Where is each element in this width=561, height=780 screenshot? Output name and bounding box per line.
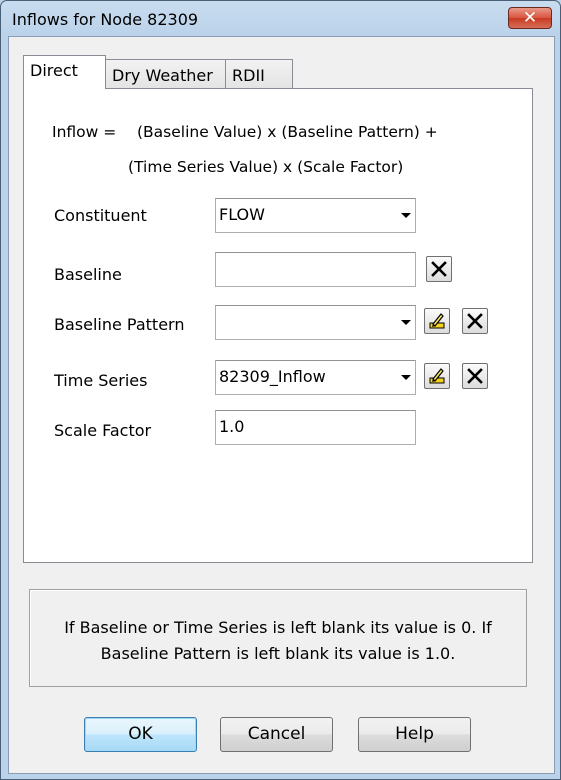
tab-label: Dry Weather <box>112 66 213 85</box>
formula-line-1: (Baseline Value) x (Baseline Pattern) + <box>137 123 438 141</box>
title-bar[interactable]: Inflows for Node 82309 ✕ <box>1 1 560 37</box>
time-series-select[interactable]: 82309_Inflow <box>215 360 416 395</box>
clear-x-icon <box>467 368 483 384</box>
clear-x-icon <box>431 261 447 277</box>
cancel-button[interactable]: Cancel <box>220 717 333 752</box>
tab-rdii[interactable]: RDII <box>225 59 293 88</box>
info-note-line-2: Baseline Pattern is left blank its value… <box>100 644 456 663</box>
chevron-down-icon[interactable] <box>401 213 411 218</box>
clear-time-series-button[interactable] <box>462 363 488 389</box>
close-button[interactable]: ✕ <box>508 7 552 29</box>
baseline-input[interactable] <box>215 252 416 287</box>
constituent-label: Constituent <box>54 206 147 225</box>
baseline-pattern-select[interactable] <box>215 305 416 340</box>
direct-tab-panel: Inflow = (Baseline Value) x (Baseline Pa… <box>23 88 533 563</box>
edit-baseline-pattern-button[interactable] <box>424 308 450 334</box>
clear-baseline-pattern-button[interactable] <box>462 308 488 334</box>
dialog-body: Direct Dry Weather RDII Inflow = (Baseli… <box>8 36 555 774</box>
info-note: If Baseline or Time Series is left blank… <box>29 589 527 687</box>
baseline-pattern-label: Baseline Pattern <box>54 315 185 334</box>
chevron-down-icon[interactable] <box>401 375 411 380</box>
clear-x-icon <box>467 313 483 329</box>
constituent-value: FLOW <box>219 205 265 224</box>
tab-direct[interactable]: Direct <box>23 55 106 89</box>
window-title: Inflows for Node 82309 <box>12 10 199 29</box>
scale-factor-input[interactable]: 1.0 <box>215 410 416 445</box>
formula-line-2: (Time Series Value) x (Scale Factor) <box>128 158 404 176</box>
time-series-label: Time Series <box>54 371 148 390</box>
tab-label: Direct <box>30 61 78 80</box>
tab-label: RDII <box>232 66 265 85</box>
baseline-label: Baseline <box>54 265 122 284</box>
edit-time-series-button[interactable] <box>424 363 450 389</box>
info-note-line-1: If Baseline or Time Series is left blank… <box>64 618 492 637</box>
help-button[interactable]: Help <box>358 717 471 752</box>
formula-lhs: Inflow = <box>52 123 117 141</box>
pencil-edit-icon <box>429 313 445 329</box>
clear-baseline-button[interactable] <box>426 256 452 282</box>
time-series-value: 82309_Inflow <box>219 367 326 386</box>
ok-button[interactable]: OK <box>84 717 197 752</box>
pencil-edit-icon <box>429 368 445 384</box>
close-icon: ✕ <box>522 8 538 28</box>
constituent-select[interactable]: FLOW <box>215 198 416 233</box>
scale-factor-label: Scale Factor <box>54 421 152 440</box>
tab-dry-weather[interactable]: Dry Weather <box>105 59 226 88</box>
dialog-window: Inflows for Node 82309 ✕ Direct Dry Weat… <box>0 0 561 780</box>
chevron-down-icon[interactable] <box>401 320 411 325</box>
scale-factor-value: 1.0 <box>219 417 245 436</box>
